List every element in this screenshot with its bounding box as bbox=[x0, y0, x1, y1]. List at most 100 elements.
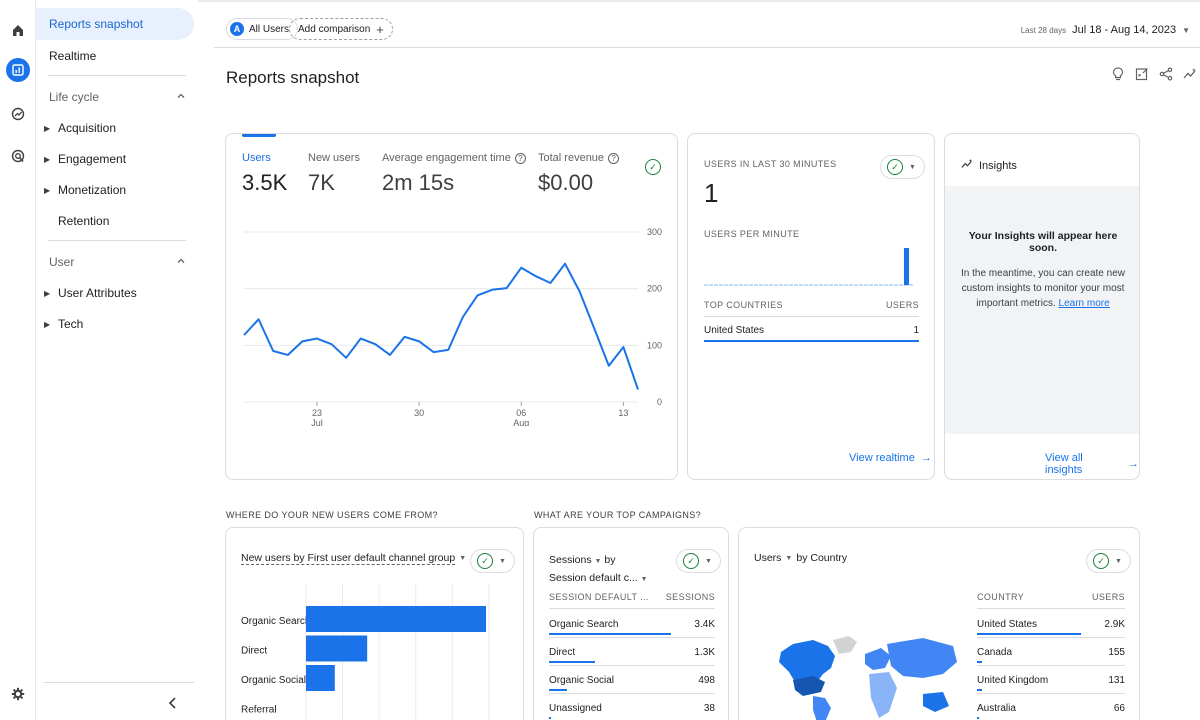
card-title: New users by First user default channel … bbox=[241, 552, 456, 565]
metric-tab-total-revenue[interactable]: Total revenue? $0.00 bbox=[538, 152, 620, 196]
advertising-icon[interactable] bbox=[6, 144, 30, 168]
table-row[interactable]: Unassigned 38 bbox=[549, 703, 715, 714]
metric-tab-users[interactable]: Users 3.5K bbox=[242, 152, 287, 196]
arrow-right-icon: → bbox=[920, 452, 932, 464]
add-comparison-button[interactable]: Add comparison + bbox=[289, 18, 393, 40]
metric-tab-new-users[interactable]: New users 7K bbox=[308, 152, 360, 196]
row-label: Unassigned bbox=[549, 703, 602, 714]
dropdown-arrow-icon: ▼ bbox=[909, 163, 916, 171]
country-compare-dropdown[interactable]: ✓ ▼ bbox=[1086, 549, 1131, 573]
share-bar bbox=[704, 340, 919, 342]
users-line-chart: 300 200 100 0 23Jul 30 06Aug 13 bbox=[243, 227, 662, 426]
table-row[interactable]: United Kingdom 131 bbox=[977, 675, 1125, 686]
row-value: 2.9K bbox=[1104, 619, 1125, 630]
bar-label: Direct bbox=[241, 646, 267, 657]
add-comparison-label: Add comparison bbox=[298, 23, 371, 35]
insights-sparkle-icon bbox=[961, 158, 973, 173]
segment-badge: A bbox=[230, 22, 244, 36]
sidebar-item-retention[interactable]: Retention bbox=[44, 214, 109, 228]
x-tick-day: 23 bbox=[312, 408, 322, 418]
campaigns-title[interactable]: Sessions ▼ by Session default c... ▼ bbox=[549, 552, 648, 588]
divider bbox=[44, 682, 194, 683]
section-user[interactable]: User bbox=[49, 255, 186, 269]
chevron-up-icon bbox=[176, 90, 186, 104]
share-bar bbox=[549, 661, 596, 663]
bar-label: Organic Search bbox=[241, 616, 310, 627]
card-title-by: by bbox=[604, 554, 616, 566]
share-bar bbox=[549, 689, 568, 691]
country-title[interactable]: Users ▼ by Country bbox=[754, 552, 847, 564]
check-circle-icon[interactable]: ✓ bbox=[645, 159, 661, 175]
sidebar-item-reports-snapshot[interactable]: Reports snapshot bbox=[36, 8, 194, 40]
new-users-compare-dropdown[interactable]: ✓ ▼ bbox=[470, 549, 515, 573]
table-row[interactable]: Canada 155 bbox=[977, 647, 1125, 658]
metric-value: 7K bbox=[308, 170, 335, 195]
share-bar bbox=[977, 689, 982, 691]
table-row[interactable]: United States 2.9K bbox=[977, 619, 1125, 630]
realtime-compare-dropdown[interactable]: ✓ ▼ bbox=[880, 155, 925, 179]
insights-sparkle-icon[interactable] bbox=[1182, 64, 1198, 84]
reports-icon[interactable] bbox=[6, 58, 30, 82]
date-range-picker[interactable]: Last 28 days Jul 18 - Aug 14, 2023 ▼ bbox=[1021, 24, 1190, 36]
sidebar-item-acquisition[interactable]: ▶ Acquisition bbox=[44, 121, 116, 135]
table-row[interactable]: Organic Social 498 bbox=[549, 675, 715, 686]
arrow-right-icon: → bbox=[1128, 458, 1139, 470]
country-users: 1 bbox=[913, 325, 919, 336]
table-row[interactable]: Australia 66 bbox=[977, 703, 1125, 714]
divider bbox=[549, 693, 715, 694]
customize-report-icon[interactable] bbox=[1134, 64, 1150, 84]
date-range-value: Jul 18 - Aug 14, 2023 bbox=[1072, 24, 1177, 36]
row-label: Organic Social bbox=[549, 675, 615, 686]
lightbulb-icon[interactable] bbox=[1110, 64, 1126, 84]
section-label: Life cycle bbox=[49, 90, 100, 104]
map-greenland bbox=[833, 636, 857, 654]
home-icon[interactable] bbox=[6, 18, 30, 42]
world-map bbox=[779, 636, 957, 720]
row-value: 131 bbox=[1108, 675, 1125, 686]
help-icon[interactable]: ? bbox=[608, 152, 620, 164]
campaigns-table-header: SESSION DEFAULT ... SESSIONS bbox=[549, 592, 715, 602]
section-question-campaigns: WHAT ARE YOUR TOP CAMPAIGNS? bbox=[534, 510, 702, 520]
section-life-cycle[interactable]: Life cycle bbox=[49, 90, 186, 104]
new-users-title[interactable]: New users by First user default channel … bbox=[241, 552, 466, 565]
sidebar-item-monetization[interactable]: ▶ Monetization bbox=[44, 183, 126, 197]
metric-label: New users bbox=[308, 152, 360, 164]
sidebar-item-user-attributes[interactable]: ▶ User Attributes bbox=[44, 286, 137, 300]
help-icon[interactable]: ? bbox=[514, 152, 526, 164]
segment-chip[interactable]: A All Users bbox=[226, 18, 299, 40]
sidebar-item-label: Acquisition bbox=[58, 121, 117, 135]
segment-label: All Users bbox=[249, 23, 290, 35]
share-bar bbox=[549, 717, 552, 719]
campaigns-card: Sessions ▼ by Session default c... ▼ ✓ ▼ … bbox=[533, 527, 729, 720]
sidebar-item-engagement[interactable]: ▶ Engagement bbox=[44, 152, 126, 166]
dropdown-arrow-icon: ▼ bbox=[1182, 25, 1190, 35]
collapse-sidebar-icon[interactable] bbox=[168, 696, 178, 715]
table-row[interactable]: Organic Search 3.4K bbox=[549, 619, 715, 630]
row-value: 38 bbox=[703, 703, 715, 714]
learn-more-link[interactable]: Learn more bbox=[1059, 298, 1110, 309]
sidebar-item-tech[interactable]: ▶ Tech bbox=[44, 317, 83, 331]
campaigns-compare-dropdown[interactable]: ✓ ▼ bbox=[676, 549, 721, 573]
row-label: Organic Search bbox=[549, 619, 619, 630]
share-icon[interactable] bbox=[1158, 64, 1174, 84]
bar[interactable] bbox=[306, 635, 368, 662]
explore-icon[interactable] bbox=[6, 102, 30, 126]
table-row[interactable]: United States 1 bbox=[704, 325, 919, 336]
caret-right-icon: ▶ bbox=[44, 123, 51, 133]
countries-header: TOP COUNTRIES USERS bbox=[704, 300, 919, 310]
metric-tab-engagement-time[interactable]: Average engagement time? 2m 15s bbox=[382, 152, 526, 196]
view-all-insights-link[interactable]: View all insights → bbox=[1045, 452, 1139, 476]
dropdown-arrow-icon: ▼ bbox=[1115, 557, 1122, 565]
sidebar-item-realtime[interactable]: Realtime bbox=[36, 40, 194, 72]
dropdown-arrow-icon: ▼ bbox=[640, 576, 648, 583]
bar[interactable] bbox=[306, 665, 335, 691]
insights-placeholder: Your Insights will appear here soon. In … bbox=[945, 186, 1139, 434]
settings-icon[interactable] bbox=[6, 682, 30, 706]
divider bbox=[977, 693, 1125, 694]
divider bbox=[549, 637, 715, 638]
y-tick-label: 100 bbox=[647, 340, 662, 350]
bar[interactable] bbox=[306, 606, 486, 632]
view-realtime-link[interactable]: View realtime → bbox=[849, 452, 932, 464]
section-question-new-users: WHERE DO YOUR NEW USERS COME FROM? bbox=[226, 510, 438, 520]
table-row[interactable]: Direct 1.3K bbox=[549, 647, 715, 658]
